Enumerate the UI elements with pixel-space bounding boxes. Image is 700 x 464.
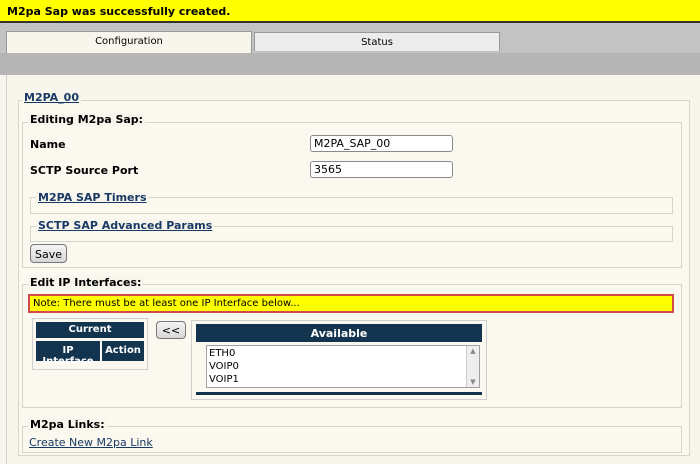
tab-configuration[interactable]: Configuration (6, 31, 252, 53)
sap-title: M2PA_00 (22, 91, 81, 104)
current-header: Current (36, 322, 144, 338)
timers-link[interactable]: M2PA SAP Timers (38, 191, 147, 204)
available-option-eth0[interactable]: ETH0 (209, 347, 479, 360)
scroll-up-icon[interactable]: ▲ (467, 346, 479, 356)
ip-legend: Edit IP Interfaces: (28, 276, 144, 289)
available-listbox[interactable]: ETH0 VOIP0 VOIP1 ▲ ▼ (206, 345, 480, 388)
save-button[interactable]: Save (30, 244, 67, 263)
advanced-legend: SCTP SAP Advanced Params (36, 219, 215, 232)
name-field[interactable] (310, 135, 453, 152)
create-link[interactable]: Create New M2pa Link (29, 436, 153, 449)
tab-status[interactable]: Status (254, 32, 500, 51)
move-to-current-button[interactable]: << (156, 321, 186, 339)
scroll-down-icon[interactable]: ▼ (467, 377, 479, 387)
port-label: SCTP Source Port (30, 164, 139, 177)
ip-note: Note: There must be at least one IP Inte… (28, 294, 674, 313)
col-action: Action (102, 341, 144, 361)
name-label: Name (30, 138, 66, 151)
port-field[interactable] (310, 161, 453, 178)
success-banner: M2pa Sap was successfully created. (0, 0, 700, 23)
links-legend: M2pa Links: (28, 418, 107, 431)
timers-legend: M2PA SAP Timers (36, 191, 149, 204)
available-header: Available (196, 324, 482, 342)
sap-title-link[interactable]: M2PA_00 (24, 91, 79, 104)
available-footer (196, 392, 482, 395)
available-option-voip1[interactable]: VOIP1 (209, 373, 479, 386)
listbox-scrollbar[interactable]: ▲ ▼ (466, 346, 479, 387)
editing-legend: Editing M2pa Sap: (28, 113, 146, 126)
available-option-voip0[interactable]: VOIP0 (209, 360, 479, 373)
success-message: M2pa Sap was successfully created. (7, 5, 231, 18)
col-ip-interface: IP Interface (36, 341, 100, 367)
advanced-link[interactable]: SCTP SAP Advanced Params (38, 219, 212, 232)
tab-configuration-label: Configuration (95, 36, 163, 47)
tab-strip (0, 53, 700, 75)
tab-status-label: Status (361, 37, 393, 48)
